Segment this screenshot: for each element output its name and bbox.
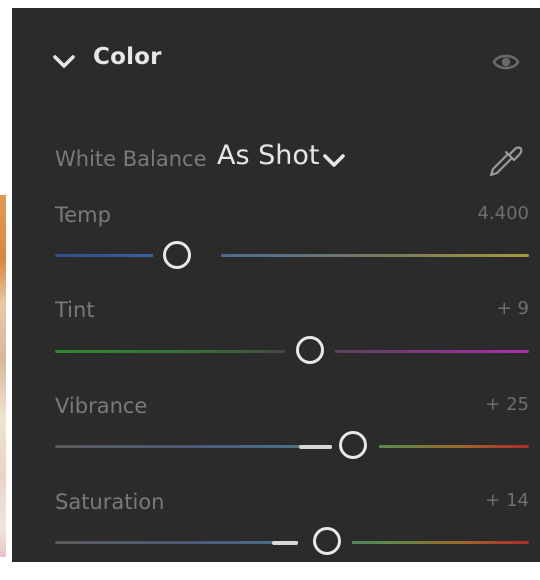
- section-title: Color: [93, 44, 162, 70]
- color-section-header[interactable]: Color: [12, 8, 540, 112]
- eyedropper-icon[interactable]: [484, 139, 524, 179]
- saturation-slider-row: Saturation + 14: [12, 490, 540, 580]
- vibrance-slider-thumb[interactable]: [339, 431, 367, 459]
- temp-value[interactable]: 4.400: [477, 203, 529, 224]
- white-balance-label: White Balance: [55, 147, 207, 171]
- saturation-slider-thumb[interactable]: [313, 527, 341, 555]
- tint-label: Tint: [55, 298, 95, 322]
- photo-preview-edge: [0, 195, 6, 557]
- temp-label: Temp: [55, 203, 111, 227]
- chevron-down-icon[interactable]: [52, 50, 76, 74]
- saturation-fill: [272, 541, 298, 545]
- vibrance-slider-row: Vibrance + 25: [12, 394, 540, 484]
- color-panel: Color White Balance As Shot Temp 4.400 T…: [12, 8, 540, 562]
- tint-value[interactable]: + 9: [497, 298, 529, 319]
- saturation-label: Saturation: [55, 490, 165, 514]
- temp-slider-row: Temp 4.400: [12, 203, 540, 293]
- vibrance-value[interactable]: + 25: [485, 394, 529, 415]
- chevron-down-icon[interactable]: [322, 148, 346, 172]
- vibrance-fill: [299, 445, 332, 449]
- temp-slider-thumb[interactable]: [163, 241, 191, 269]
- saturation-value[interactable]: + 14: [485, 490, 529, 511]
- white-balance-row: White Balance As Shot: [12, 136, 540, 186]
- vibrance-slider-track[interactable]: [55, 445, 529, 448]
- tint-slider-row: Tint + 9: [12, 298, 540, 388]
- eye-icon[interactable]: [492, 48, 520, 76]
- vibrance-label: Vibrance: [55, 394, 148, 418]
- tint-slider-thumb[interactable]: [296, 336, 324, 364]
- white-balance-dropdown[interactable]: As Shot: [217, 140, 319, 171]
- temp-slider-track[interactable]: [55, 254, 529, 257]
